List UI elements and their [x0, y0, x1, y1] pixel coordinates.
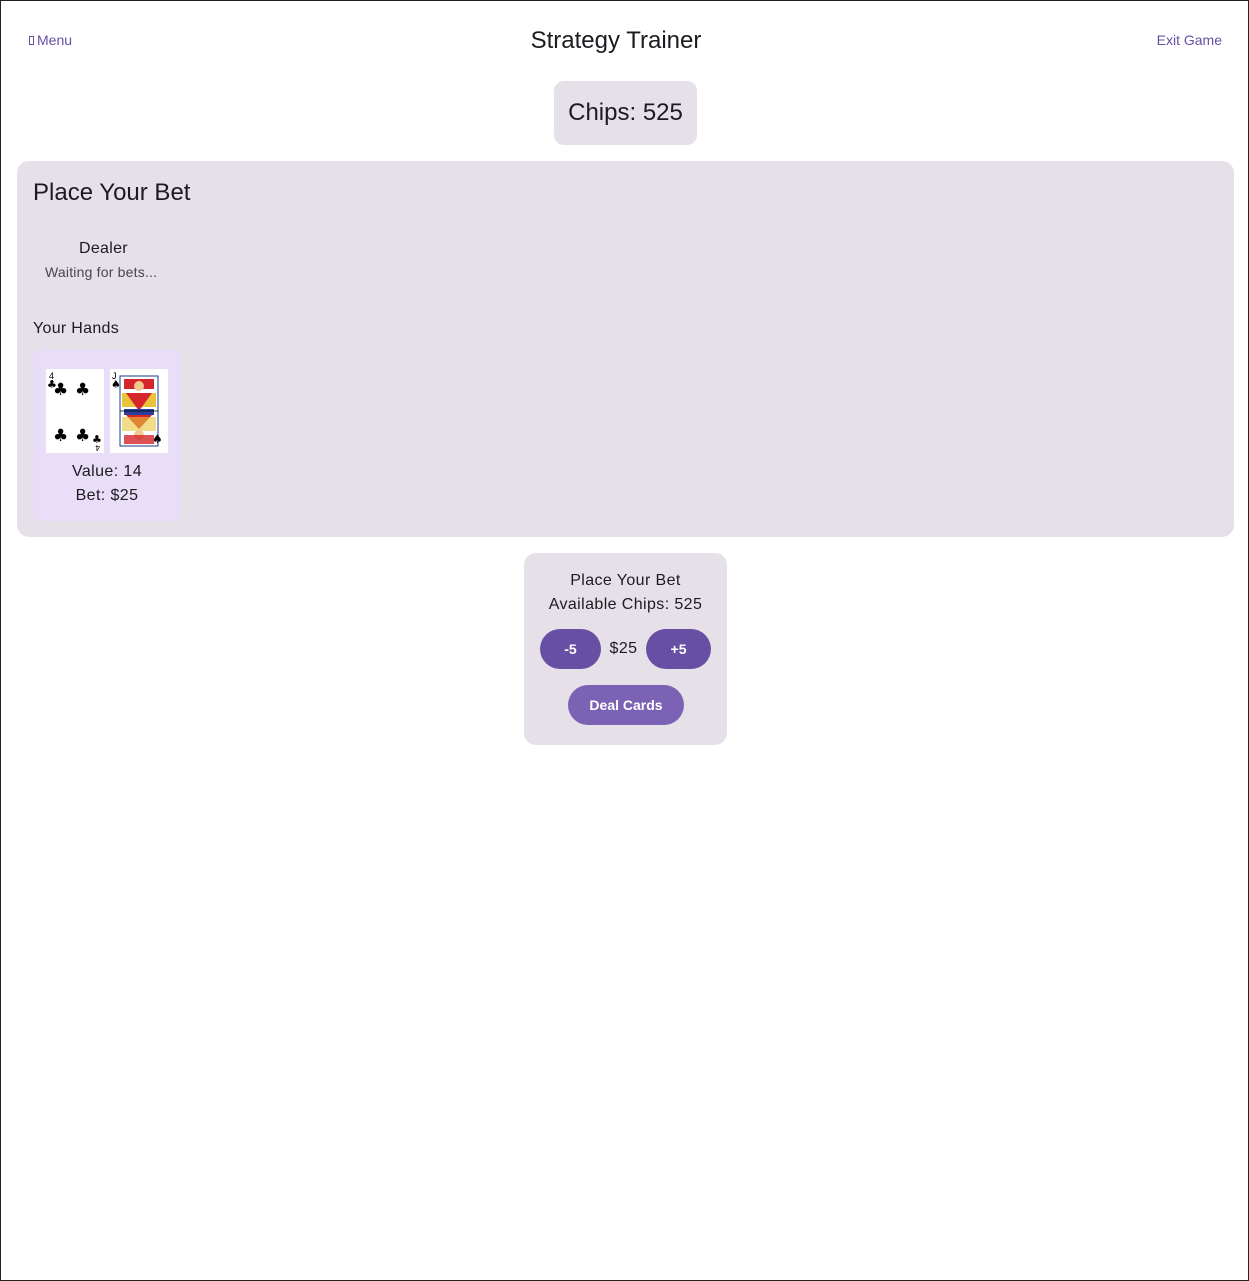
- player-hand: 4 ♣ ♣ ♣ ♣ ♣ ♣ 4 J ♠ ♠ Value: 14 Bet: $25: [33, 349, 181, 521]
- decrease-bet-button[interactable]: -5: [540, 629, 601, 669]
- spade-icon: ♠: [152, 432, 163, 446]
- dealer-status: Waiting for bets...: [45, 264, 158, 280]
- your-hands-label: Your Hands: [33, 320, 120, 337]
- bet-panel-title: Place Your Bet: [570, 572, 681, 589]
- exit-game-button[interactable]: Exit Game: [1157, 32, 1222, 48]
- card-jack-of-spades: J ♠ ♠: [110, 369, 168, 453]
- dealer-label: Dealer: [79, 240, 128, 257]
- club-icon: ♣ ♣ ♣ ♣ ♣ ♣: [47, 378, 102, 446]
- bet-controls-panel: Place Your Bet Available Chips: 525 -5 $…: [524, 553, 727, 745]
- hand-bet: Bet: $25: [75, 487, 139, 504]
- card-rank-bottom: 4: [95, 443, 100, 452]
- spade-icon: ♠: [111, 378, 121, 391]
- top-bar: Menu Strategy Trainer Exit Game: [1, 1, 1248, 81]
- hand-value: Value: 14: [71, 463, 143, 480]
- card-four-of-clubs: 4 ♣ ♣ ♣ ♣ ♣ ♣ 4: [46, 369, 104, 453]
- bet-amount: $25: [609, 640, 638, 657]
- increase-bet-button[interactable]: +5: [646, 629, 711, 669]
- table-title: Place Your Bet: [33, 179, 191, 206]
- svg-text:♣: ♣: [75, 426, 90, 446]
- svg-text:♣: ♣: [53, 380, 68, 400]
- available-chips: Available Chips: 525: [548, 596, 703, 613]
- chips-label: Chips: 525: [568, 99, 683, 126]
- chips-display: Chips: 525: [554, 81, 697, 145]
- svg-text:♣: ♣: [53, 426, 68, 446]
- deal-cards-button[interactable]: Deal Cards: [568, 685, 684, 725]
- svg-text:♣: ♣: [75, 380, 90, 400]
- game-table-panel: Place Your Bet Dealer Waiting for bets..…: [17, 161, 1234, 537]
- page-title: Strategy Trainer: [530, 27, 702, 54]
